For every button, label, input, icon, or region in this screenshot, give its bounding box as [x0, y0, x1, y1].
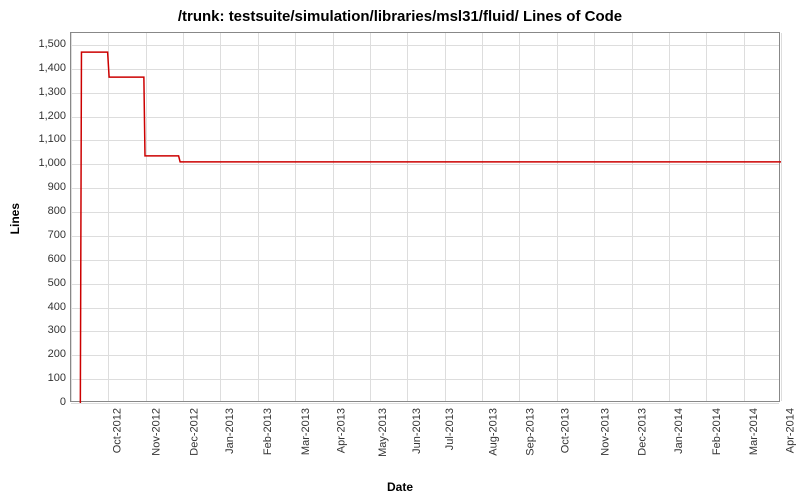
line-series	[71, 33, 779, 401]
y-tick-label: 900	[6, 181, 66, 193]
x-tick-label: Oct-2013	[560, 408, 572, 453]
x-axis-label: Date	[387, 480, 413, 494]
data-line	[80, 52, 781, 403]
y-tick-label: 100	[6, 372, 66, 384]
y-tick-label: 1,400	[6, 62, 66, 74]
x-tick-label: Jan-2014	[672, 408, 684, 454]
y-tick-label: 600	[6, 253, 66, 265]
y-tick-label: 1,500	[6, 38, 66, 50]
chart-title: /trunk: testsuite/simulation/libraries/m…	[0, 0, 800, 29]
y-tick-label: 1,100	[6, 133, 66, 145]
y-tick-label: 700	[6, 229, 66, 241]
x-tick-label: Sep-2013	[525, 408, 537, 456]
x-tick-label: Jun-2013	[411, 408, 423, 454]
y-tick-label: 0	[6, 396, 66, 408]
y-tick-label: 800	[6, 205, 66, 217]
x-tick-label: Jul-2013	[445, 408, 457, 450]
y-tick-label: 1,300	[6, 86, 66, 98]
x-tick-label: Dec-2013	[637, 408, 649, 456]
x-tick-label: Mar-2014	[748, 408, 760, 455]
plot-area	[70, 32, 780, 402]
x-tick-label: Oct-2012	[111, 408, 123, 453]
x-tick-label: Feb-2014	[711, 408, 723, 455]
y-tick-label: 300	[6, 324, 66, 336]
y-tick-label: 1,200	[6, 110, 66, 122]
x-tick-label: Apr-2013	[335, 408, 347, 453]
x-tick-label: Nov-2013	[599, 408, 611, 456]
y-tick-label: 500	[6, 277, 66, 289]
y-tick-label: 200	[6, 348, 66, 360]
x-tick-label: Mar-2013	[300, 408, 312, 455]
x-tick-label: Jan-2013	[224, 408, 236, 454]
gridline-v	[781, 33, 782, 401]
x-tick-label: Dec-2012	[188, 408, 200, 456]
x-tick-label: May-2013	[377, 408, 389, 457]
x-tick-label: Apr-2014	[784, 408, 796, 453]
y-tick-label: 1,000	[6, 157, 66, 169]
x-tick-label: Aug-2013	[487, 408, 499, 456]
x-tick-label: Nov-2012	[151, 408, 163, 456]
gridline-h	[71, 403, 779, 404]
chart-container: /trunk: testsuite/simulation/libraries/m…	[0, 0, 800, 500]
y-tick-label: 400	[6, 301, 66, 313]
x-tick-label: Feb-2013	[263, 408, 275, 455]
